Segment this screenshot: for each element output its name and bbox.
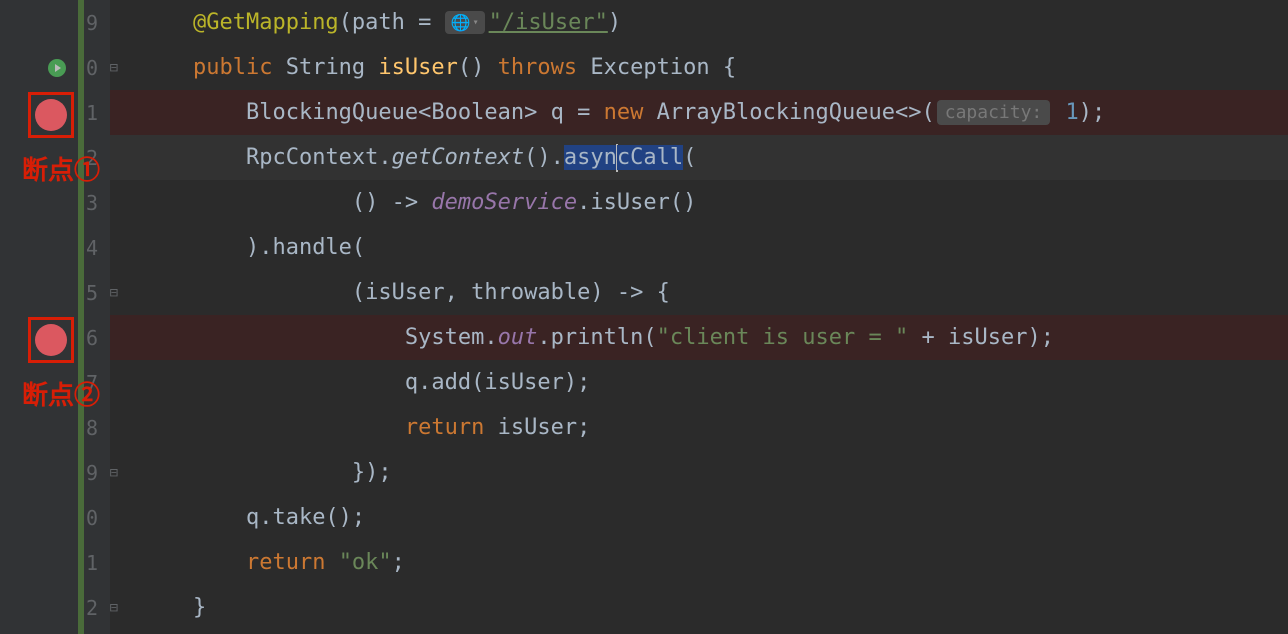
line-number: 5 (74, 281, 98, 305)
code-line[interactable]: }); (110, 450, 1288, 495)
code-line[interactable]: public String isUser() throws Exception … (110, 45, 1288, 90)
code-line[interactable]: q.take(); (110, 495, 1288, 540)
code-line-breakpoint[interactable]: BlockingQueue<Boolean> q = new ArrayBloc… (110, 90, 1288, 135)
line-number: 2 (74, 596, 98, 620)
gutter-row[interactable]: 0 (0, 495, 110, 540)
gutter-row[interactable]: 2⊟ (0, 585, 110, 630)
line-number: 4 (74, 236, 98, 260)
line-number: 1 (74, 101, 98, 125)
breakpoint-label-1: 断点① (22, 150, 100, 187)
breakpoint-icon[interactable] (35, 324, 67, 356)
line-number: 3 (74, 191, 98, 215)
code-line[interactable]: ).handle( (110, 225, 1288, 270)
code-line[interactable]: return isUser; (110, 405, 1288, 450)
line-number: 9 (74, 461, 98, 485)
line-number: 0 (74, 506, 98, 530)
line-number: 6 (74, 326, 98, 350)
parameter-hint: capacity: (937, 100, 1051, 125)
run-gutter-icon[interactable] (48, 59, 66, 77)
gutter-row[interactable]: 9 (0, 0, 110, 45)
line-number: 1 (74, 551, 98, 575)
line-number: 0 (74, 56, 98, 80)
code-line[interactable]: return "ok"; (110, 540, 1288, 585)
code-line[interactable]: q.add(isUser); (110, 360, 1288, 405)
gutter-row[interactable]: 4 (0, 225, 110, 270)
line-number: 8 (74, 416, 98, 440)
code-line[interactable]: @GetMapping(path = 🌐▾"/isUser") (110, 0, 1288, 45)
breakpoint-icon[interactable] (35, 99, 67, 131)
code-editor: 9 0⊟ 1 2 3 4 5⊟ 6 7 8 9⊟ 0 1 2⊟ 断点① 断点② … (0, 0, 1288, 634)
code-area[interactable]: @GetMapping(path = 🌐▾"/isUser") public S… (110, 0, 1288, 634)
code-line[interactable]: () -> demoService.isUser() (110, 180, 1288, 225)
annotation: @GetMapping (193, 10, 339, 35)
globe-icon[interactable]: 🌐▾ (445, 11, 485, 34)
code-line-breakpoint[interactable]: System.out.println("client is user = " +… (110, 315, 1288, 360)
code-line[interactable]: (isUser, throwable) -> { (110, 270, 1288, 315)
gutter-row[interactable]: 5⊟ (0, 270, 110, 315)
line-number: 9 (74, 11, 98, 35)
code-line-current[interactable]: RpcContext.getContext().asyncCall( (110, 135, 1288, 180)
code-line[interactable]: } (110, 585, 1288, 630)
gutter-row[interactable]: 0⊟ (0, 45, 110, 90)
gutter: 9 0⊟ 1 2 3 4 5⊟ 6 7 8 9⊟ 0 1 2⊟ 断点① 断点② (0, 0, 110, 634)
gutter-row[interactable]: 1 (0, 540, 110, 585)
gutter-row[interactable]: 9⊟ (0, 450, 110, 495)
url-string: "/isUser" (489, 10, 608, 35)
breakpoint-label-2: 断点② (22, 375, 100, 412)
